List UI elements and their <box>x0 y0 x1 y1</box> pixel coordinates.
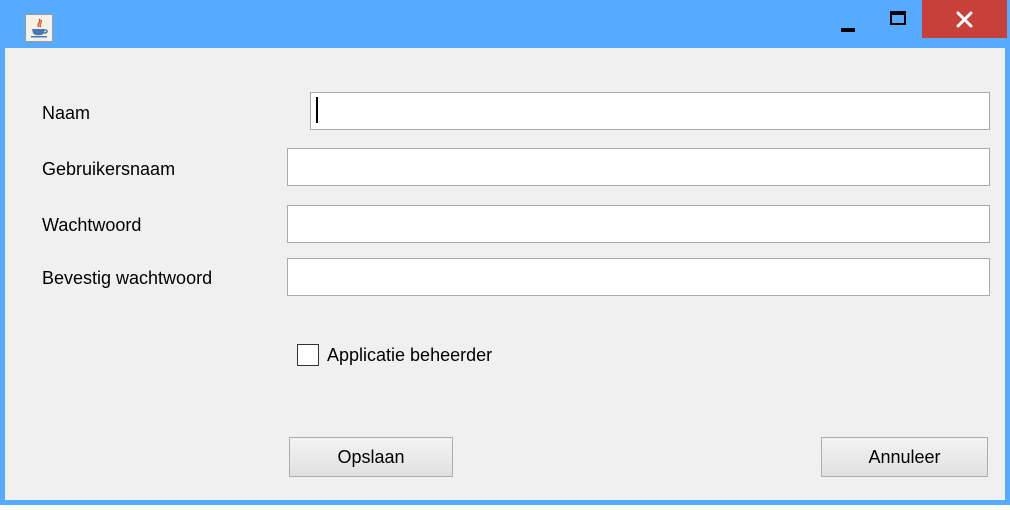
checkbox-square[interactable] <box>297 344 319 366</box>
username-label: Gebruikersnaam <box>42 159 176 179</box>
password-label: Wachtwoord <box>42 215 142 235</box>
maximize-button[interactable] <box>878 0 918 38</box>
close-icon <box>956 11 973 28</box>
name-input[interactable] <box>310 92 990 130</box>
name-label: Naam <box>42 103 91 123</box>
minimize-icon <box>841 28 855 32</box>
password-input[interactable] <box>287 205 990 243</box>
confirm-password-input[interactable] <box>287 258 990 296</box>
admin-checkbox-label[interactable]: Applicatie beheerder <box>327 344 492 366</box>
title-bar[interactable] <box>0 0 1010 48</box>
text-caret <box>316 97 318 123</box>
dialog-content: Naam Gebruikersnaam Wachtwoord Bevestig … <box>5 48 1005 500</box>
java-app-icon[interactable] <box>25 14 53 42</box>
maximize-icon <box>890 11 906 25</box>
close-button[interactable] <box>922 0 1007 38</box>
minimize-button[interactable] <box>826 0 876 38</box>
cancel-button[interactable]: Annuleer <box>821 437 988 477</box>
confirm-password-label: Bevestig wachtwoord <box>42 268 213 288</box>
username-input[interactable] <box>287 148 990 186</box>
dialog-window: Naam Gebruikersnaam Wachtwoord Bevestig … <box>0 0 1010 505</box>
save-button[interactable]: Opslaan <box>289 437 453 477</box>
